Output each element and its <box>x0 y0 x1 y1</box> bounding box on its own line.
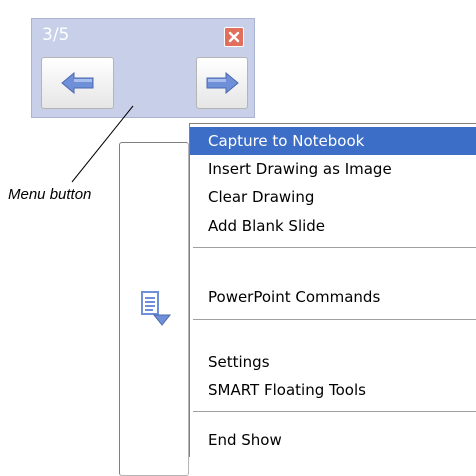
menu-item-clear-drawing[interactable]: Clear Drawing <box>190 183 476 211</box>
menu-separator <box>193 319 476 320</box>
menu-item-settings[interactable]: Settings <box>190 348 476 376</box>
menu-separator <box>193 411 476 412</box>
callout-label: Menu button <box>8 186 92 203</box>
menu-item-add-blank-slide[interactable]: Add Blank Slide <box>190 212 476 240</box>
context-menu: Capture to Notebook Insert Drawing as Im… <box>189 123 476 457</box>
menu-item-end-show[interactable]: End Show <box>190 426 476 454</box>
menu-item-capture-to-notebook[interactable]: Capture to Notebook <box>190 127 476 155</box>
menu-item-insert-drawing-as-image[interactable]: Insert Drawing as Image <box>190 155 476 183</box>
menu-item-smart-floating-tools[interactable]: SMART Floating Tools <box>190 376 476 404</box>
menu-item-powerpoint-commands[interactable]: PowerPoint Commands <box>190 283 476 311</box>
menu-separator <box>193 247 476 248</box>
